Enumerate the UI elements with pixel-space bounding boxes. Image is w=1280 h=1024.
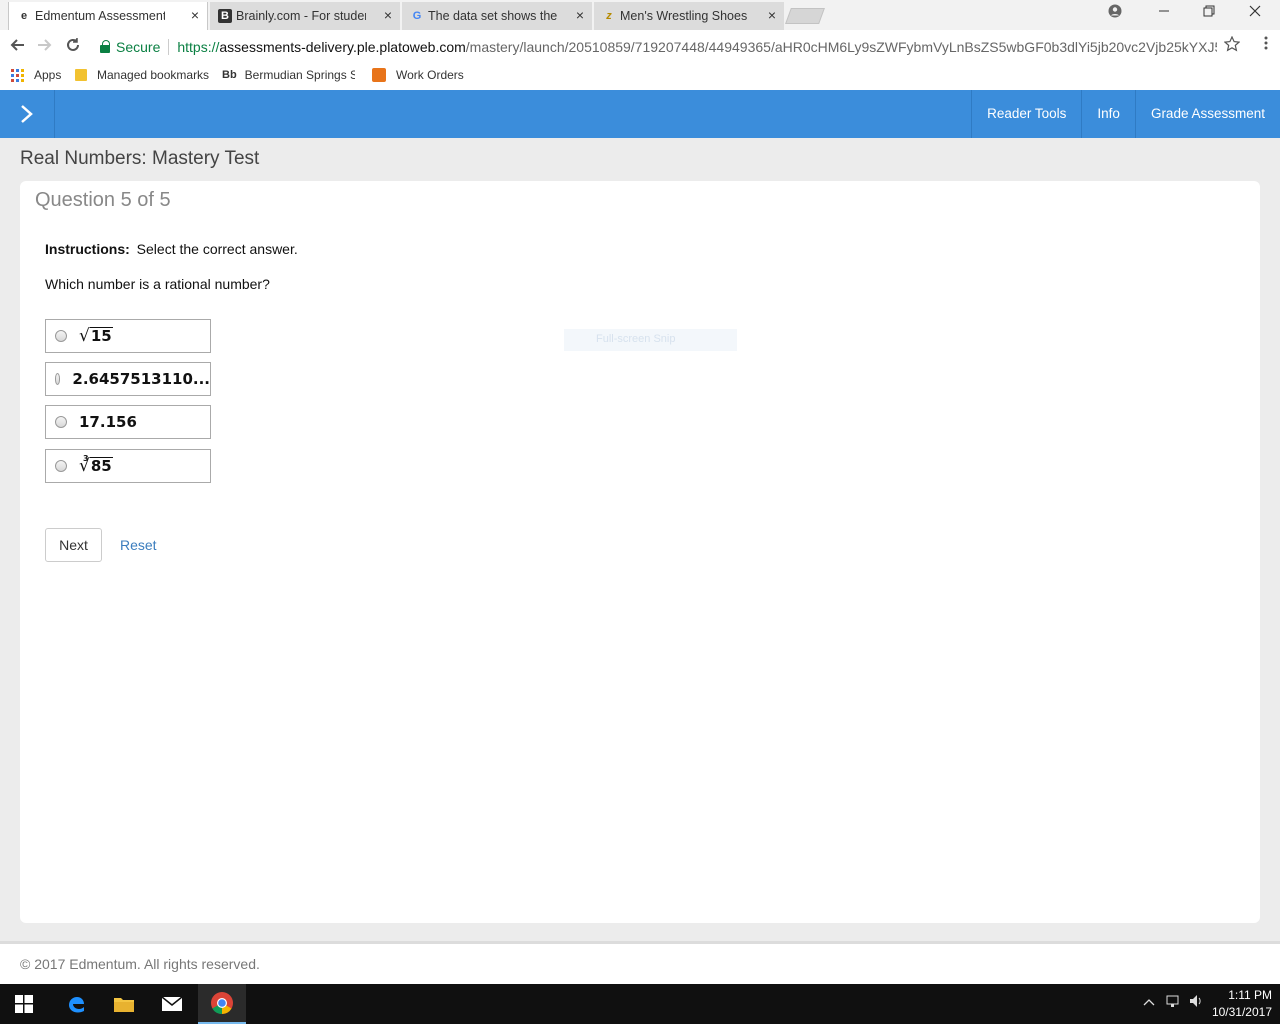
choice-text: 17.156 [79, 413, 137, 431]
bookmarks-bar: Apps Managed bookmarks Bb Bermudian Spri… [0, 64, 1280, 90]
tab-wrestling-shoes[interactable]: z Men's Wrestling Shoes N × [594, 2, 784, 30]
answer-choice-17-156[interactable]: 17.156 [45, 405, 211, 439]
answer-choice-decimal[interactable]: 2.6457513110... [45, 362, 211, 396]
bookmark-bermudian-springs[interactable]: Bb Bermudian Springs S [222, 68, 355, 82]
apps-grid-icon [11, 68, 24, 82]
menu-toggle-button[interactable] [0, 90, 55, 138]
windows-taskbar: 1:11 PM 10/31/2017 [0, 984, 1280, 1024]
tab-title: The data set shows the m [428, 9, 558, 23]
chevron-right-icon [21, 105, 33, 123]
choice-text: 2.6457513110... [72, 370, 210, 388]
edge-browser-icon[interactable] [52, 984, 100, 1024]
profile-icon[interactable] [1103, 4, 1127, 24]
grade-assessment-link[interactable]: Grade Assessment [1134, 90, 1280, 138]
chrome-icon[interactable] [198, 984, 246, 1024]
close-tab-icon[interactable]: × [576, 7, 584, 23]
next-button[interactable]: Next [45, 528, 102, 562]
new-tab-button[interactable] [785, 8, 825, 24]
bookmark-label: Apps [34, 68, 62, 82]
choice-math: √ 15 [79, 327, 113, 345]
divider [168, 39, 170, 55]
bookmark-star-icon[interactable] [1223, 35, 1241, 57]
bookmark-label: Bermudian Springs S [244, 68, 355, 82]
close-window-icon[interactable] [1243, 4, 1267, 24]
radicand: 15 [89, 327, 113, 345]
radical-sign-icon: √ [79, 326, 90, 346]
info-link[interactable]: Info [1081, 90, 1135, 138]
back-arrow-icon[interactable] [6, 36, 28, 58]
browser-menu-icon[interactable] [1264, 36, 1268, 55]
shoe-favicon-icon: z [606, 10, 612, 22]
show-hidden-icons-icon[interactable] [1143, 994, 1155, 1010]
radio-button[interactable] [55, 373, 61, 385]
radio-button[interactable] [55, 460, 67, 472]
choice-math: 3 √ 85 [79, 454, 113, 475]
radio-button[interactable] [55, 330, 67, 342]
windows-start-icon[interactable] [0, 984, 48, 1024]
reader-tools-link[interactable]: Reader Tools [971, 90, 1081, 138]
browser-toolbar: Secure https://assessments-delivery.ple.… [0, 30, 1280, 64]
bookmark-label: Managed bookmarks [97, 68, 210, 82]
edmentum-favicon-icon: e [20, 10, 28, 22]
url-scheme: https:// [177, 39, 220, 55]
answer-choice-sqrt-15[interactable]: √ 15 [45, 319, 211, 353]
question-prompt: Which number is a rational number? [45, 276, 270, 292]
restore-window-icon[interactable] [1197, 4, 1221, 24]
instructions-label: Instructions: [45, 241, 130, 257]
volume-icon[interactable] [1189, 994, 1205, 1011]
tab-title: Men's Wrestling Shoes N [620, 9, 750, 23]
bookmark-managed[interactable]: Managed bookmarks [75, 68, 209, 82]
blackboard-logo-icon: Bb [222, 69, 237, 81]
snip-overlay: Full-screen Snip [564, 329, 737, 351]
tab-brainly[interactable]: B Brainly.com - For students × [210, 2, 400, 30]
instructions-text: Select the correct answer. [136, 241, 298, 257]
brainly-favicon-icon: B [218, 9, 232, 23]
tab-title: Brainly.com - For students [236, 9, 366, 23]
header-nav: Reader Tools Info Grade Assessment [971, 90, 1280, 138]
url-path: /mastery/launch/20510859/719207448/44949… [465, 39, 1218, 55]
bookmark-apps[interactable]: Apps [11, 68, 61, 82]
tab-edmentum-assessments[interactable]: e Edmentum Assessments × [8, 2, 208, 30]
radio-button[interactable] [55, 416, 67, 428]
tab-title: Edmentum Assessments [35, 9, 165, 23]
page-title: Real Numbers: Mastery Test [20, 148, 260, 169]
reload-icon[interactable] [62, 36, 84, 58]
folder-icon [75, 69, 87, 81]
bookmark-work-orders[interactable]: Work Orders [372, 68, 464, 82]
close-tab-icon[interactable]: × [768, 7, 776, 23]
clock-time: 1:11 PM [1228, 988, 1272, 1002]
google-favicon-icon: G [412, 10, 422, 22]
close-tab-icon[interactable]: × [384, 7, 392, 23]
mail-icon[interactable] [148, 984, 196, 1024]
minimize-window-icon[interactable] [1152, 4, 1176, 24]
radicand: 85 [89, 457, 113, 475]
app-header: Reader Tools Info Grade Assessment [0, 90, 1280, 138]
question-number: Question 5 of 5 [35, 189, 171, 211]
clock-date: 10/31/2017 [1211, 1005, 1272, 1019]
address-bar[interactable]: Secure https://assessments-delivery.ple.… [92, 35, 1244, 59]
secure-label: Secure [116, 39, 161, 55]
network-icon[interactable] [1166, 994, 1182, 1011]
tab-google-search[interactable]: G The data set shows the m × [402, 2, 592, 30]
forward-arrow-icon[interactable] [34, 36, 56, 58]
close-tab-icon[interactable]: × [191, 7, 199, 23]
taskbar-clock[interactable]: 1:11 PM 10/31/2017 [1212, 987, 1272, 1021]
lock-icon [100, 40, 110, 53]
copyright-text: © 2017 Edmentum. All rights reserved. [20, 956, 260, 972]
bookmark-label: Work Orders [396, 68, 464, 82]
instructions: Instructions: Select the correct answer. [45, 241, 298, 257]
url-host: assessments-delivery.ple.platoweb.com [219, 39, 466, 55]
answer-choice-cbrt-85[interactable]: 3 √ 85 [45, 449, 211, 483]
footer: © 2017 Edmentum. All rights reserved. [0, 944, 1280, 984]
file-explorer-icon[interactable] [100, 984, 148, 1024]
question-panel: Question 5 of 5 Instructions: Select the… [20, 181, 1260, 923]
reset-link[interactable]: Reset [120, 537, 157, 553]
work-orders-icon [372, 68, 386, 82]
root-index: 3 [83, 454, 89, 463]
browser-tab-strip: e Edmentum Assessments × B Brainly.com -… [0, 0, 1280, 30]
